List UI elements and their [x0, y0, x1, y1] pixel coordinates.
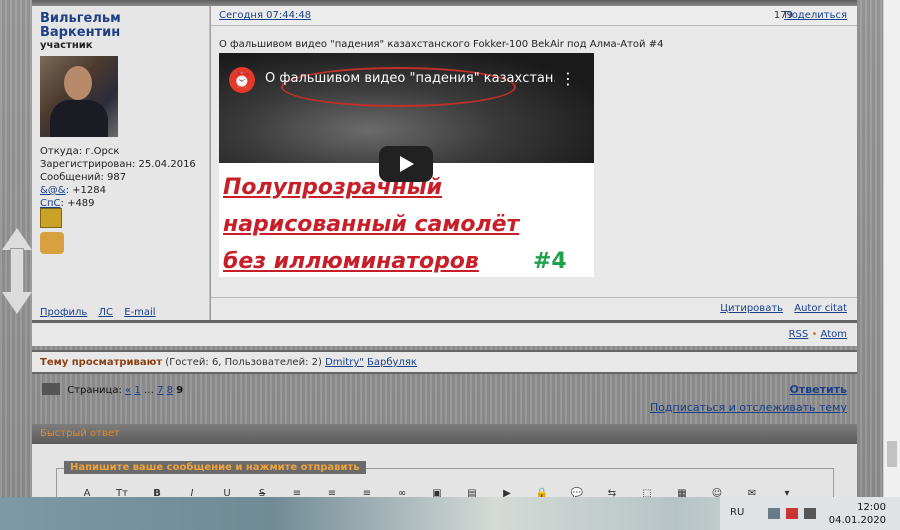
author-messages: Сообщений: 987	[40, 172, 127, 183]
video-caption-number: #4	[533, 249, 567, 274]
forum-post: Вильгельм Варкентин участник Откуда: г.О…	[32, 0, 857, 320]
post-footer: Цитировать Autor citat	[211, 297, 857, 320]
video-embed[interactable]: ⏰ О фальшивом видео "падения" казахстан.…	[219, 53, 594, 277]
clock[interactable]: 12:00 04.01.2020	[829, 501, 886, 527]
author-role: участник	[40, 40, 93, 51]
pagination-label: Страница:	[67, 385, 122, 396]
clock-time: 12:00	[857, 502, 886, 513]
page-prev-link[interactable]: «	[125, 385, 131, 396]
viewing-user-link[interactable]: Барбуляк	[367, 357, 417, 368]
reply-link[interactable]: Ответить	[789, 383, 847, 396]
arrow-down-icon[interactable]	[2, 292, 32, 314]
award-thumbs-up-icon	[40, 232, 64, 254]
scroll-shaft	[10, 248, 24, 294]
page-link-8[interactable]: 8	[167, 385, 173, 396]
feed-links: RSS • Atom	[789, 329, 847, 340]
post-content: Сегодня 07:44:48 179 Поделиться О фальши…	[211, 6, 857, 320]
system-tray: RU 12:00 04.01.2020	[720, 497, 900, 530]
share-link[interactable]: Поделиться	[784, 10, 847, 21]
scroll-up-down-widget[interactable]	[2, 228, 32, 314]
quick-reply-header: Быстрый ответ	[32, 424, 857, 444]
pm-link[interactable]: ЛС	[99, 307, 114, 318]
clock-date: 04.01.2020	[828, 515, 886, 526]
rep2-value: : +489	[60, 198, 95, 209]
taskbar: RU 12:00 04.01.2020	[0, 497, 900, 530]
page-link-1[interactable]: 1	[134, 385, 140, 396]
viewing-text: Тему просматривают (Гостей: 6, Пользоват…	[40, 357, 417, 368]
post-title: О фальшивом видео "падения" казахстанско…	[219, 39, 664, 50]
pagination-ellipsis: …	[143, 385, 154, 396]
author-links: Профиль ЛС E-mail	[40, 307, 164, 318]
feed-separator: •	[811, 329, 818, 340]
video-title[interactable]: О фальшивом видео "падения" казахстан...	[265, 71, 555, 86]
pagination: Страница: « 1 … 7 8 9	[42, 383, 183, 396]
autor-citat-button[interactable]: Autor citat	[794, 303, 847, 314]
quote-button[interactable]: Цитировать	[720, 303, 783, 314]
screen-icon[interactable]	[768, 508, 780, 519]
author-rep1: &@&: +1284	[40, 185, 106, 196]
subscribe-link[interactable]: Подписаться и отслеживать тему	[650, 401, 847, 414]
profile-link[interactable]: Профиль	[40, 307, 87, 318]
feeds-bar: RSS • Atom	[32, 320, 857, 346]
atom-link[interactable]: Atom	[821, 329, 847, 340]
video-caption-line2: нарисованный самолёт	[223, 212, 520, 237]
viewing-label: Тему просматривают	[40, 357, 163, 368]
quote-links: Цитировать Autor citat	[712, 303, 847, 314]
avatar[interactable]	[40, 56, 118, 137]
scrollbar-thumb[interactable]	[887, 441, 897, 467]
author-panel: Вильгельм Варкентин участник Откуда: г.О…	[32, 6, 210, 320]
video-caption-line1: Полупрозрачный	[223, 175, 443, 200]
network-off-icon[interactable]	[786, 508, 798, 519]
post-header: Сегодня 07:44:48 179 Поделиться	[211, 6, 857, 26]
author-registered: Зарегистрирован: 25.04.2016	[40, 159, 196, 170]
language-indicator[interactable]: RU	[730, 507, 744, 518]
page-scrollbar[interactable]	[883, 0, 900, 497]
quick-reply-body: Напишите ваше сообщение и нажмите отправ…	[32, 444, 857, 508]
more-vert-icon[interactable]: ⋮	[560, 69, 576, 88]
quick-reply-title: Быстрый ответ	[40, 428, 120, 439]
rep1-value: : +1284	[65, 185, 106, 196]
editor-legend: Напишите ваше сообщение и нажмите отправ…	[64, 461, 366, 474]
author-name[interactable]: Вильгельм Варкентин	[40, 12, 200, 40]
email-link[interactable]: E-mail	[124, 307, 155, 318]
pages-icon	[42, 383, 60, 395]
channel-logo-icon[interactable]: ⏰	[229, 67, 255, 93]
viewing-users-bar: Тему просматривают (Гостей: 6, Пользоват…	[32, 350, 857, 374]
video-caption-line3: без иллюминаторов	[223, 249, 479, 274]
page-current: 9	[176, 385, 184, 396]
rss-link[interactable]: RSS	[789, 329, 809, 340]
post-date[interactable]: Сегодня 07:44:48	[219, 10, 311, 21]
volume-icon[interactable]	[804, 508, 816, 519]
viewing-user-link[interactable]: Dmitry"	[325, 357, 364, 368]
rep1-link[interactable]: &@&	[40, 185, 66, 196]
page-link-7[interactable]: 7	[157, 385, 163, 396]
arrow-up-icon[interactable]	[2, 228, 32, 250]
award-trophy-icon	[40, 208, 62, 228]
author-from: Откуда: г.Орск	[40, 146, 120, 157]
viewing-counts: (Гостей: 6, Пользователей: 2)	[162, 357, 326, 368]
